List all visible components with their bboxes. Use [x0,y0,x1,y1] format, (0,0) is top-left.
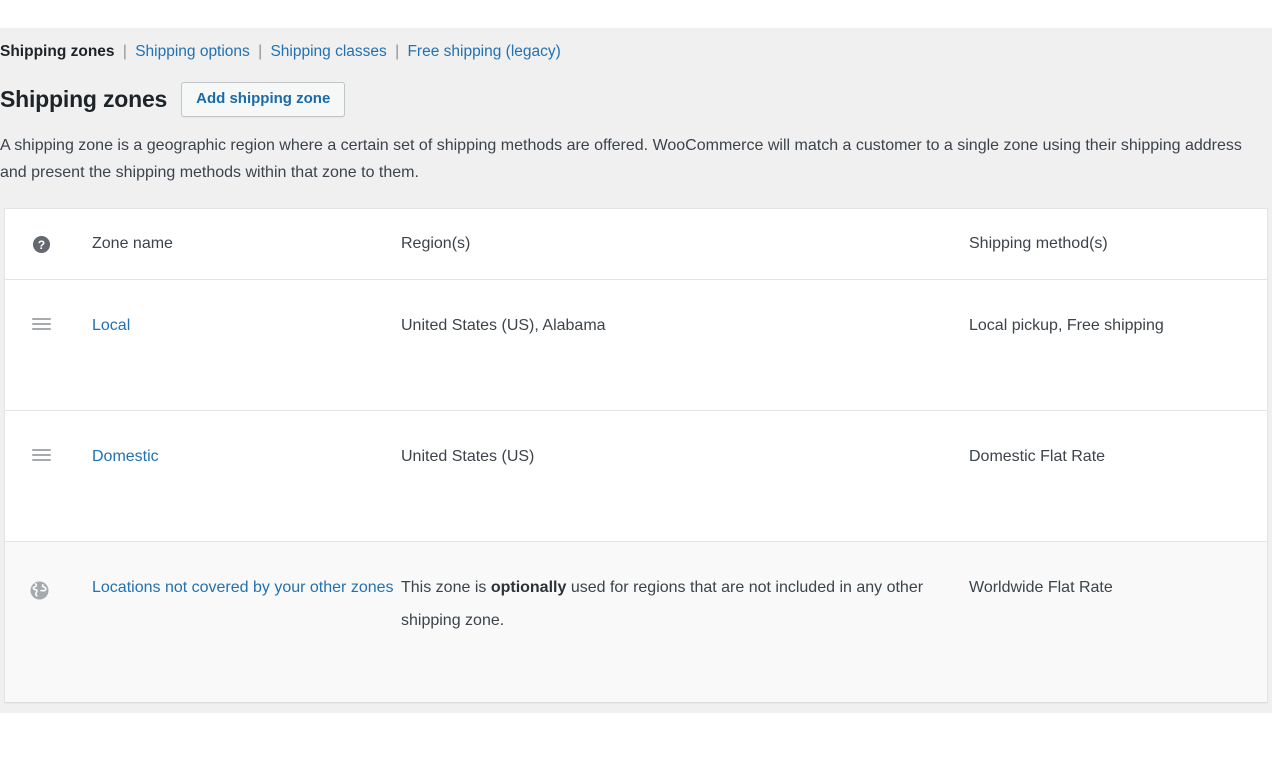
table-header-row: ? Zone name Region(s) Shipping method(s) [5,209,1267,280]
zone-name-link-domestic[interactable]: Domestic [92,448,159,465]
shipping-zones-page: Shipping zones | Shipping options | Ship… [0,28,1272,713]
zone-shipping-methods-text: Local pickup, Free shipping [969,317,1164,334]
page-title: Shipping zones [0,85,168,112]
table-body: Local United States (US), Alabama Local … [5,279,1267,702]
row-zone-name-cell: Domestic [87,410,399,542]
row-drag-handle-cell[interactable] [5,410,87,542]
subnav-separator-3: | [395,43,400,60]
column-header-sort: ? [5,209,87,280]
drag-handle-icon[interactable] [32,449,51,464]
column-header-shipping-methods: Shipping method(s) [967,209,1267,280]
zone-regions-text: United States (US), Alabama [401,317,606,334]
shipping-zones-table-container: ? Zone name Region(s) Shipping method(s) [4,208,1268,703]
row-shipping-methods-cell: Domestic Flat Rate [967,410,1267,542]
column-header-zone-name: Zone name [87,209,399,280]
row-regions-cell: United States (US) [399,410,967,542]
row-zone-name-cell: Locations not covered by your other zone… [87,541,399,702]
row-regions-cell: This zone is optionally used for regions… [399,541,967,702]
column-header-zone-name-label: Zone name [92,235,173,252]
intro-description: A shipping zone is a geographic region w… [0,137,1242,181]
zone-regions-text: This zone is optionally used for regions… [399,542,967,637]
globe-icon [29,580,50,601]
column-header-regions: Region(s) [399,209,967,280]
zone-regions-prefix: This zone is [401,579,491,596]
column-header-shipping-methods-label: Shipping method(s) [969,235,1108,252]
subnav-separator-2: | [258,43,263,60]
subnav-item-free-shipping-legacy[interactable]: Free shipping (legacy) [407,43,560,60]
row-regions-cell: United States (US), Alabama [399,279,967,411]
zone-shipping-methods-text: Domestic Flat Rate [969,448,1106,465]
subnav-separator-1: | [122,43,127,60]
bottom-white-area [0,713,1272,745]
subnav-item-shipping-zones[interactable]: Shipping zones [0,43,115,60]
subnav-item-shipping-classes[interactable]: Shipping classes [270,43,386,60]
row-shipping-methods-cell: Local pickup, Free shipping [967,279,1267,411]
settings-subnav: Shipping zones | Shipping options | Ship… [0,28,1272,68]
row-globe-cell [5,541,87,702]
table-row[interactable]: Local United States (US), Alabama Local … [5,279,1267,411]
add-shipping-zone-button[interactable]: Add shipping zone [181,82,346,117]
column-header-regions-label: Region(s) [401,235,471,252]
drag-handle-icon[interactable] [32,318,51,333]
zone-regions-emphasis: optionally [490,579,567,596]
table-head: ? Zone name Region(s) Shipping method(s) [5,209,1267,280]
help-icon[interactable]: ? [32,235,51,254]
zone-shipping-methods-text: Worldwide Flat Rate [969,579,1113,596]
row-shipping-methods-cell: Worldwide Flat Rate [967,541,1267,702]
zone-regions-text: United States (US) [401,448,535,465]
subnav-item-shipping-options[interactable]: Shipping options [135,43,250,60]
zone-name-link-local[interactable]: Local [92,317,130,334]
row-zone-name-cell: Local [87,279,399,411]
zone-name-link-rest-of-world[interactable]: Locations not covered by your other zone… [92,579,394,596]
page-title-row: Shipping zones Add shipping zone [0,68,1272,123]
table-row[interactable]: Locations not covered by your other zone… [5,541,1267,702]
table-row[interactable]: Domestic United States (US) Domestic Fla… [5,410,1267,542]
shipping-zones-table: ? Zone name Region(s) Shipping method(s) [5,209,1267,702]
svg-text:?: ? [38,237,45,251]
row-drag-handle-cell[interactable] [5,279,87,411]
top-white-strip [0,0,1272,28]
